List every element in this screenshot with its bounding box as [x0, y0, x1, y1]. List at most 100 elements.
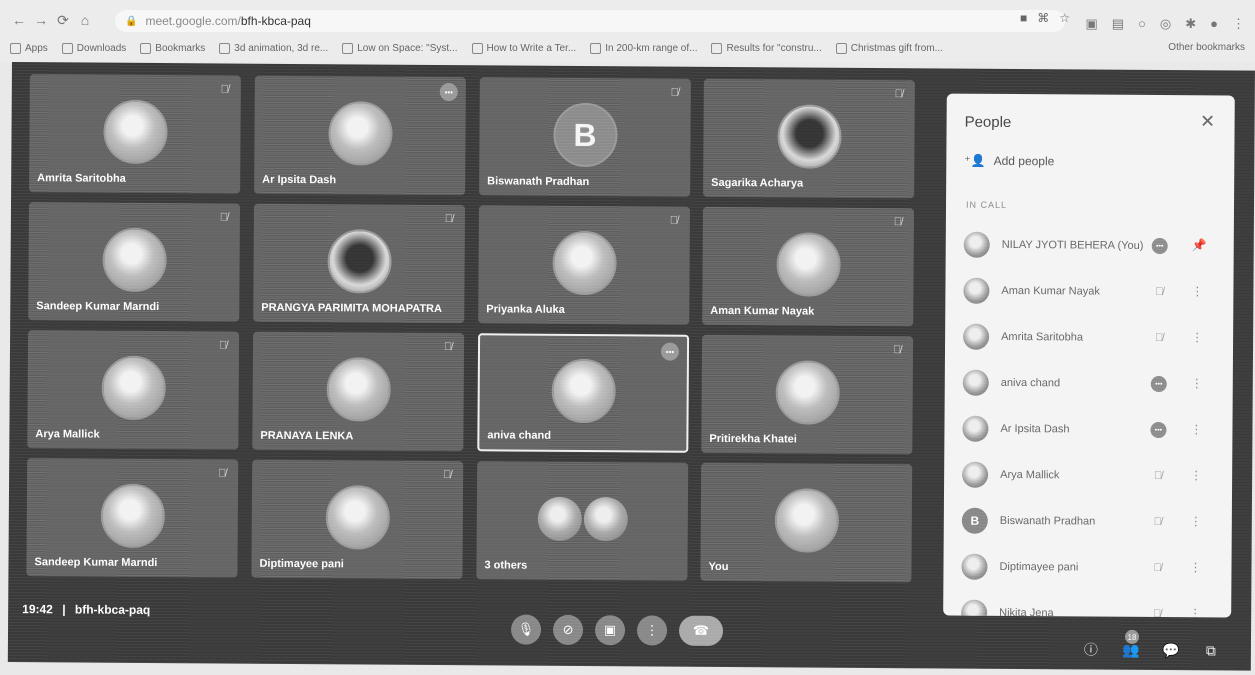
participant-name: PRANGYA PARIMITA MOHAPATRA	[261, 301, 443, 316]
profile-icon[interactable]: ●	[1210, 16, 1218, 32]
camera-icon[interactable]: ■	[1020, 11, 1027, 25]
chat-button[interactable]: 💬	[1161, 640, 1181, 660]
participant-tile[interactable]: Diptimayee pani 🎙̸	[251, 459, 464, 580]
bookmark-star-icon[interactable]: ☆	[1059, 11, 1070, 25]
bookmark-label: Bookmarks	[155, 42, 206, 54]
bookmark-item[interactable]: How to Write a Ter...	[471, 42, 577, 54]
more-vert-icon[interactable]: ⋮	[1190, 514, 1202, 530]
mic-off-icon: 🎙̸	[217, 467, 227, 480]
bookmark-item[interactable]: Christmas gift from...	[835, 42, 943, 54]
more-vert-icon[interactable]: ⋮	[1190, 468, 1202, 484]
address-bar[interactable]: 🔒 meet.google.com/ bfh-kbca-paq	[115, 10, 1065, 32]
participant-tile[interactable]: You	[700, 462, 913, 583]
share-icon[interactable]: ⌘	[1037, 11, 1049, 25]
participant-name: aniva chand	[1000, 376, 1061, 390]
apps-icon	[10, 42, 21, 54]
participant-row[interactable]: Ar Ipsita Dash ••• ⋮	[944, 406, 1232, 454]
avatar	[776, 104, 842, 169]
participant-tile[interactable]: PRANGYA PARIMITA MOHAPATRA 🎙̸	[253, 203, 466, 324]
participant-name: Sandeep Kumar Marndi	[34, 556, 158, 570]
bookmark-label: How to Write a Ter...	[486, 42, 577, 54]
reload-icon[interactable]: ⟳	[52, 9, 74, 31]
avatar	[537, 487, 628, 552]
participant-tile[interactable]: PRANAYA LENKA 🎙̸	[252, 331, 465, 452]
more-vert-icon[interactable]: ⋮	[1190, 422, 1202, 438]
leave-call-button[interactable]: ☎	[678, 615, 724, 646]
bookmark-item[interactable]: 3d animation, 3d re...	[219, 42, 328, 54]
close-icon[interactable]: ✕	[1197, 111, 1219, 133]
add-people-button[interactable]: ⁺👤 Add people	[964, 154, 1054, 169]
participant-row[interactable]: Arya Mallick 🎙̸ ⋮	[944, 452, 1232, 500]
bookmarks-bar: Apps Downloads Bookmarks 3d animation, 3d r…	[0, 38, 1255, 58]
separator: |	[62, 602, 66, 617]
participant-tile[interactable]: B Biswanath Pradhan 🎙̸	[479, 77, 691, 197]
meeting-details-button[interactable]: ⓘ	[1081, 639, 1101, 659]
extension-icon[interactable]: ▣	[1085, 16, 1097, 32]
participant-tile[interactable]: Pritirekha Khatei 🎙̸	[701, 334, 914, 455]
activities-button[interactable]: ⧉	[1201, 640, 1221, 660]
menu-icon[interactable]: ⋮	[1232, 16, 1245, 32]
pin-icon[interactable]: 📌	[1192, 238, 1207, 254]
puzzle-icon[interactable]: ✱	[1185, 16, 1196, 32]
bookmark-item[interactable]: In 200-km range of...	[590, 42, 697, 54]
participant-name: Ar Ipsita Dash	[262, 173, 337, 187]
avatar	[962, 461, 989, 488]
participant-row[interactable]: Diptimayee pani 🎙̸ ⋮	[943, 544, 1231, 592]
e-icon	[711, 42, 723, 54]
extension-icon[interactable]: ○	[1138, 16, 1146, 32]
participant-name: NILAY JYOTI BEHERA (You)	[1001, 238, 1144, 252]
more-vert-icon[interactable]: ⋮	[1189, 606, 1201, 617]
participant-row[interactable]: Nikita Jena 🎙̸ ⋮	[943, 590, 1231, 618]
avatar	[550, 358, 616, 424]
star-icon	[140, 42, 152, 54]
mic-off-icon: 🎙̸	[669, 214, 679, 227]
participant-row[interactable]: B Biswanath Pradhan 🎙̸ ⋮	[944, 498, 1232, 546]
participant-tile[interactable]: Sagarika Acharya 🎙̸	[703, 78, 915, 199]
extension-icon[interactable]: ▤	[1112, 16, 1124, 32]
more-vert-icon[interactable]: ⋮	[1191, 330, 1203, 346]
speaking-indicator-icon: •••	[1150, 421, 1167, 439]
bookmark-item[interactable]: Apps	[10, 42, 48, 54]
more-vert-icon[interactable]: ⋮	[1191, 376, 1203, 392]
more-vert-icon[interactable]: ⋮	[1191, 284, 1203, 300]
participant-tile[interactable]: Aman Kumar Nayak 🎙̸	[702, 206, 915, 327]
back-icon[interactable]: ←	[8, 9, 30, 31]
participant-row[interactable]: Amrita Saritobha 🎙̸ ⋮	[945, 314, 1233, 362]
captions-button[interactable]: ▣	[594, 615, 626, 646]
participant-name: Arya Mallick	[35, 428, 100, 441]
mic-off-icon: 🎙̸	[1153, 515, 1162, 529]
mic-off-icon: 🎙̸	[893, 216, 903, 229]
url-host: meet.google.com/	[145, 14, 241, 28]
participant-tile[interactable]: Sandeep Kumar Marndi 🎙̸	[26, 458, 239, 578]
extension-icon[interactable]: ◎	[1160, 16, 1171, 32]
participant-tile[interactable]: Ar Ipsita Dash •••	[254, 75, 466, 196]
participant-row[interactable]: Aman Kumar Nayak 🎙̸ ⋮	[945, 268, 1233, 316]
extensions-bar: ▣ ▤ ○ ◎ ✱ ● ⋮	[1085, 16, 1245, 32]
bookmark-item[interactable]: Results for "constru...	[711, 42, 822, 54]
participant-name: Ar Ipsita Dash	[1000, 422, 1070, 436]
participant-tile[interactable]: Priyanka Aluka 🎙̸	[478, 205, 691, 325]
participant-name: Biswanath Pradhan	[999, 514, 1096, 528]
participant-row[interactable]: aniva chand ••• ⋮	[945, 360, 1233, 408]
bookmark-item[interactable]: Downloads	[61, 42, 126, 54]
participant-tile[interactable]: aniva chand •••	[477, 333, 690, 453]
more-options-button[interactable]: ⋮	[636, 615, 668, 646]
participant-tile[interactable]: 3 others	[476, 461, 689, 581]
other-bookmarks[interactable]: Other bookmarks	[1168, 42, 1245, 53]
microphone-button[interactable]: 🎙	[510, 614, 542, 645]
people-button[interactable]: 18 👥	[1121, 629, 1141, 660]
participant-tile[interactable]: Sandeep Kumar Marndi 🎙̸	[28, 202, 241, 322]
forward-icon[interactable]: →	[30, 9, 52, 31]
more-vert-icon[interactable]: ⋮	[1189, 560, 1201, 576]
camera-off-button[interactable]: ⊘	[552, 614, 584, 646]
avatar	[101, 355, 166, 421]
participant-name: Aman Kumar Nayak	[710, 304, 815, 318]
bookmark-item[interactable]: Low on Space: "Syst...	[342, 42, 458, 54]
participant-row[interactable]: NILAY JYOTI BEHERA (You) ••• 📌	[946, 222, 1234, 270]
home-icon[interactable]: ⌂	[74, 9, 96, 31]
bookmark-item[interactable]: Bookmarks	[140, 42, 206, 54]
participant-tile[interactable]: Amrita Saritobha 🎙̸	[29, 74, 241, 194]
mic-off-icon: 🎙̸	[1153, 561, 1162, 575]
participant-name: Sagarika Acharya	[711, 176, 804, 190]
participant-tile[interactable]: Arya Mallick 🎙̸	[27, 330, 240, 450]
